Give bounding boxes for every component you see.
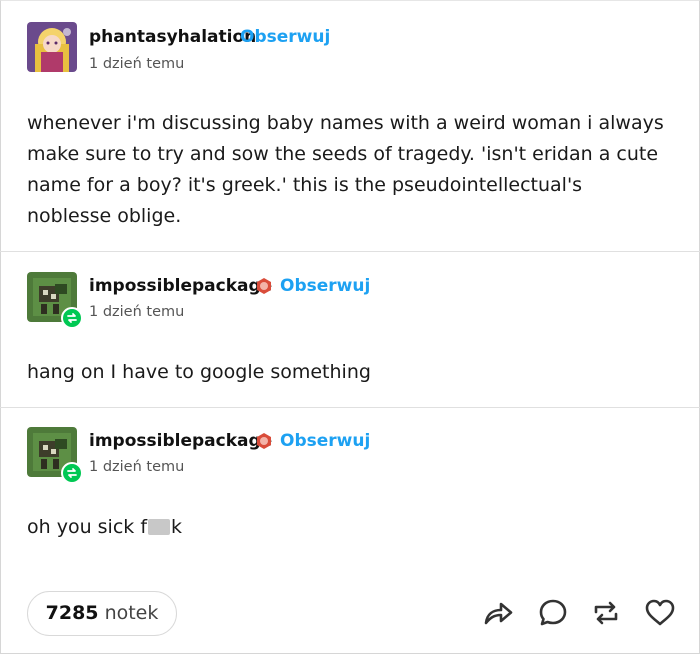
timestamp[interactable]: 1 dzień temu	[89, 459, 184, 475]
reblog-badge-icon	[61, 307, 83, 329]
share-icon[interactable]	[481, 596, 515, 630]
reblog-badge-icon	[61, 462, 83, 484]
notes-count: 7285	[45, 602, 99, 624]
post-text-before: oh you sick f	[27, 516, 148, 538]
post-card	[0, 0, 700, 654]
timestamp[interactable]: 1 dzień temu	[89, 56, 184, 72]
post-text: whenever i'm discussing baby names with …	[27, 112, 664, 227]
follow-button[interactable]: Obserwuj	[280, 276, 370, 296]
notes-label: notek	[104, 602, 159, 624]
post-text-after: k	[171, 516, 183, 538]
comment-icon[interactable]	[536, 596, 570, 630]
follow-button[interactable]: Obserwuj	[240, 27, 330, 47]
like-heart-icon[interactable]	[643, 596, 677, 630]
timestamp[interactable]: 1 dzień temu	[89, 304, 184, 320]
avatar[interactable]	[27, 22, 77, 72]
follow-button[interactable]: Obserwuj	[280, 431, 370, 451]
post-text: oh you sick f k	[27, 512, 667, 543]
reblog-icon[interactable]	[589, 596, 623, 630]
post-text: hang on I have to google something	[27, 361, 371, 383]
username[interactable]: phantasyhalation	[89, 27, 256, 47]
censor-blur	[148, 519, 171, 535]
username[interactable]: impossiblepackage	[89, 431, 272, 451]
blog-badge-icon	[257, 278, 271, 294]
divider	[0, 407, 700, 408]
username[interactable]: impossiblepackage	[89, 276, 272, 296]
blog-badge-icon	[257, 433, 271, 449]
divider	[0, 251, 700, 252]
notes-button[interactable]: 7285 notek	[27, 591, 177, 636]
